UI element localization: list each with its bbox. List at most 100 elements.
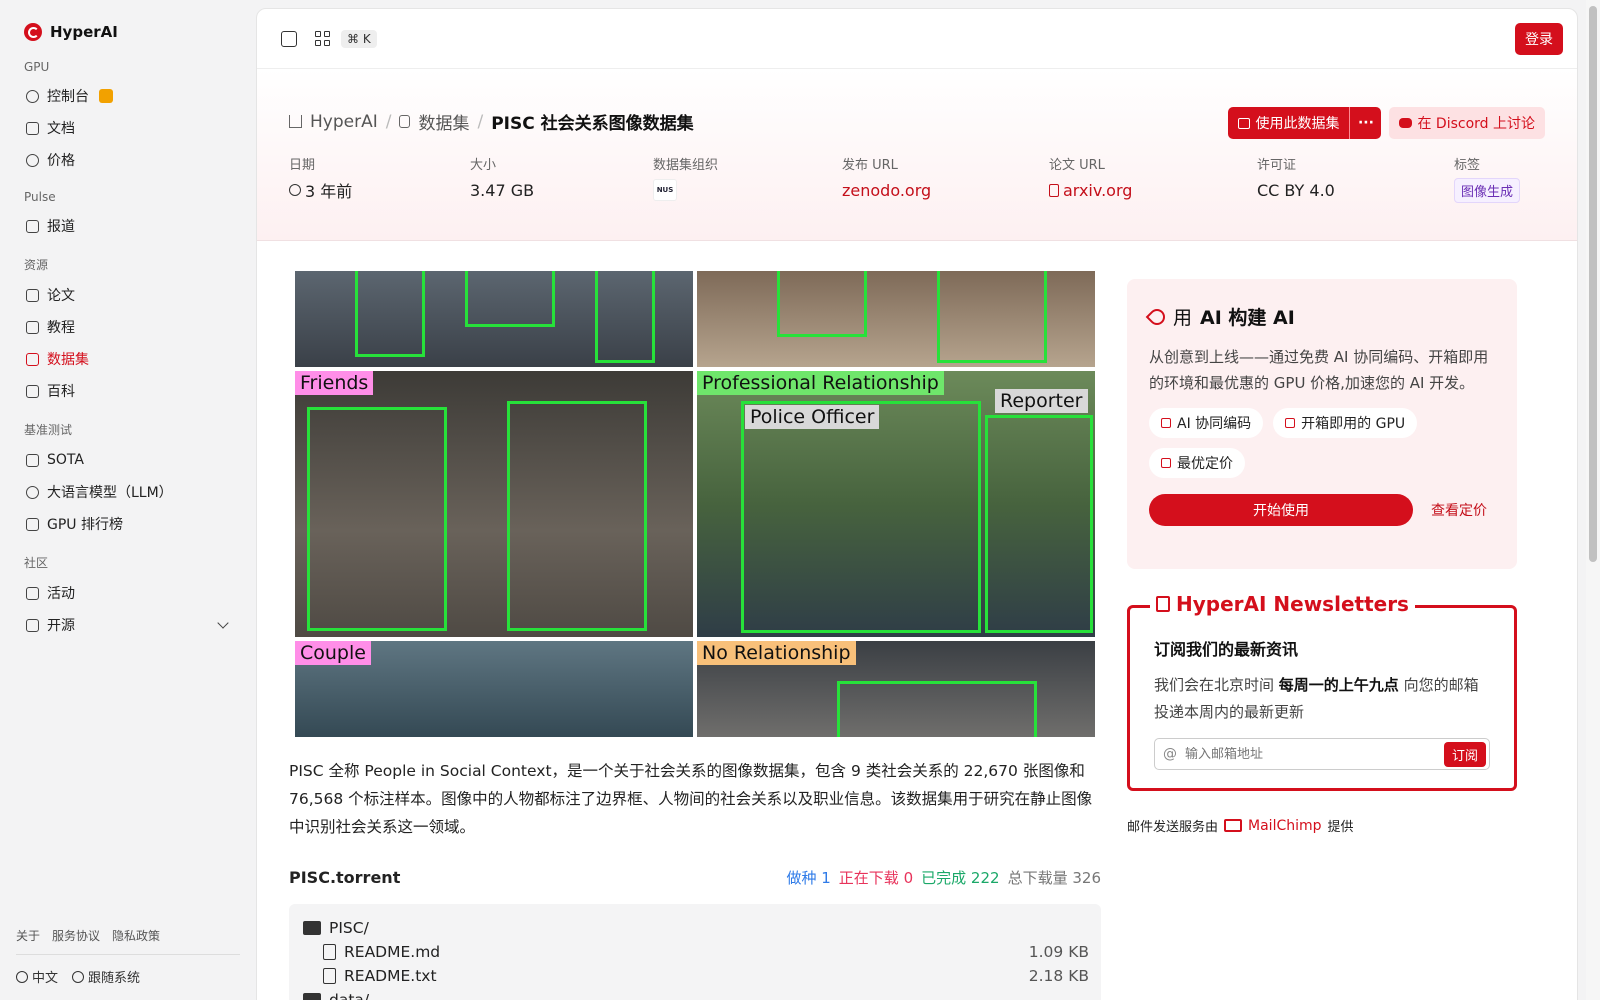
newsletter-form: @ 订阅 [1154, 738, 1490, 770]
language-switch[interactable]: 中文 [16, 967, 58, 986]
more-options-button[interactable]: ··· [1349, 107, 1382, 139]
sidebar-item-wiki[interactable]: 百科 [16, 375, 239, 407]
downloading-value: 0 [903, 869, 914, 887]
sidebar-item-papers[interactable]: 论文 [16, 279, 239, 311]
bbox [465, 271, 555, 327]
breadcrumb-home[interactable]: HyperAI [310, 112, 378, 132]
file-row[interactable]: README.txt 2.18 KB [303, 964, 1089, 988]
file-name: README.md [344, 943, 441, 961]
login-button[interactable]: 登录 [1515, 23, 1563, 55]
promo-card: 用 AI 构建 AI 从创意到上线——通过免费 AI 协同编码、开箱即用的环境和… [1127, 279, 1517, 569]
sidebar-item-label: 价格 [47, 153, 75, 169]
label-professional: Professional Relationship [697, 371, 944, 395]
date-text: 3 年前 [305, 182, 353, 201]
view-pricing-link[interactable]: 查看定价 [1431, 500, 1487, 520]
book-icon [26, 320, 39, 334]
mail-icon [1224, 819, 1243, 832]
done-label: 已完成 [921, 869, 967, 887]
server-icon [1285, 418, 1296, 428]
image-cell-professional: Professional Relationship Police Officer… [697, 371, 1095, 637]
page-title: PISC 社会关系图像数据集 [491, 114, 694, 134]
gift-icon [99, 89, 113, 103]
sidebar-item-label: 教程 [47, 320, 75, 336]
file-icon [323, 944, 336, 960]
torrent-name[interactable]: PISC.torrent [289, 868, 400, 887]
hyperai-logo-icon [24, 23, 42, 41]
file-row[interactable]: data/ [303, 988, 1089, 1000]
file-icon [323, 968, 336, 984]
sidebar-item-sota[interactable]: SOTA [16, 444, 239, 476]
label-no-relationship: No Relationship [697, 641, 856, 665]
sidebar-toggle-icon[interactable] [281, 30, 297, 47]
dataset-meta: 日期 3 年前 大小 3.47 GB 数据集组织 NUS 发布 URL zeno… [289, 154, 1545, 203]
sidebar-item-label: SOTA [47, 452, 84, 468]
sidebar-item-label: 开源 [47, 618, 75, 634]
theme-switch[interactable]: 跟随系统 [72, 967, 140, 986]
org-logo[interactable]: NUS [653, 179, 677, 201]
discord-button[interactable]: 在 Discord 上讨论 [1389, 107, 1545, 139]
main-panel: ⌘ K 登录 HyperAI / 数据集 / PISC 社会关系图像数据集 使用… [256, 8, 1578, 1000]
subscribe-button[interactable]: 订阅 [1443, 741, 1486, 767]
release-url-link[interactable]: zenodo.org [842, 179, 1049, 201]
file-size: 1.09 KB [1028, 943, 1089, 961]
newspaper-icon [1156, 596, 1170, 612]
sidebar-item-llm[interactable]: 大语言模型（LLM） [16, 476, 239, 508]
dataset-header: HyperAI / 数据集 / PISC 社会关系图像数据集 使用此数据集 ··… [257, 69, 1577, 241]
breadcrumb-datasets[interactable]: 数据集 [418, 109, 469, 134]
email-input[interactable] [1177, 746, 1444, 762]
sidebar-item-tutorials[interactable]: 教程 [16, 311, 239, 343]
scrollbar-thumb[interactable] [1589, 6, 1597, 562]
sidebar-item-docs[interactable]: 文档 [16, 112, 239, 144]
clock-icon [289, 184, 301, 196]
footer-link-terms[interactable]: 服务协议 [52, 927, 100, 944]
image-cell-couple: Couple [295, 641, 693, 737]
meta-release-label: 发布 URL [842, 158, 898, 173]
mailchimp-link[interactable]: MailChimp [1224, 818, 1322, 834]
sidebar-item-datasets[interactable]: 数据集 [16, 343, 239, 375]
sidebar-footer: 关于 服务协议 隐私政策 中文 跟随系统 [16, 927, 240, 986]
promo-features: AI 协同编码 开箱即用的 GPU 最优定价 [1149, 408, 1495, 478]
sidebar-item-pricing[interactable]: 价格 [16, 144, 239, 176]
image-cell-no-relationship: No Relationship [697, 641, 1095, 737]
sidebar-item-console[interactable]: 控制台 [16, 80, 239, 112]
sidebar-item-gpu-leaderboard[interactable]: GPU 排行榜 [16, 508, 239, 540]
use-dataset-button[interactable]: 使用此数据集 [1228, 107, 1350, 139]
feature-chip-pricing: 最优定价 [1149, 448, 1245, 478]
footer-link-about[interactable]: 关于 [16, 927, 40, 944]
brand[interactable]: HyperAI [16, 18, 239, 46]
downloading-stat: 正在下载 0 [839, 867, 913, 888]
label-friends: Friends [295, 371, 374, 395]
promo-title: 用 AI 构建 AI [1145, 303, 1495, 330]
footer-link-privacy[interactable]: 隐私政策 [112, 927, 160, 944]
meta-size-value: 3.47 GB [470, 180, 535, 200]
file-row[interactable]: README.md 1.09 KB [303, 940, 1089, 964]
section-label-community: 社区 [24, 556, 49, 570]
meta-date-label: 日期 [289, 158, 316, 173]
apps-grid-icon[interactable] [315, 30, 331, 47]
image-cell-top-left [295, 271, 693, 367]
tag-image-generation[interactable]: 图像生成 [1454, 177, 1521, 203]
file-name-group: README.txt [303, 967, 437, 985]
chevron-down-icon [217, 617, 229, 629]
provider-prefix: 邮件发送服务由 [1127, 820, 1219, 835]
file-name-group: data/ [303, 991, 369, 1000]
file-row[interactable]: PISC/ [303, 916, 1089, 940]
newsletter-card: HyperAI Newsletters 订阅我们的最新资讯 我们会在北京时间 每… [1127, 592, 1517, 791]
sidebar-item-events[interactable]: 活动 [16, 577, 239, 609]
search-shortcut[interactable]: ⌘ K [341, 29, 377, 48]
scrollbar[interactable] [1586, 0, 1600, 1000]
paper-url-link[interactable]: arxiv.org [1049, 179, 1257, 201]
sidebar-item-news[interactable]: 报道 [16, 210, 239, 242]
bar-chart-icon [26, 453, 39, 467]
promo-description: 从创意到上线——通过免费 AI 协同编码、开箱即用的环境和最优惠的 GPU 价格… [1149, 348, 1489, 392]
meta-tags: 标签 图像生成 [1454, 154, 1521, 203]
start-button[interactable]: 开始使用 [1149, 494, 1413, 526]
chip-label: 最优定价 [1177, 456, 1233, 472]
sidebar-item-open-source[interactable]: 开源 [16, 609, 239, 641]
bbox [507, 401, 647, 631]
meta-license-value: CC BY 4.0 [1257, 180, 1335, 200]
use-dataset-label: 使用此数据集 [1255, 116, 1340, 132]
breadcrumb-separator: / [477, 111, 484, 132]
at-icon: @ [1163, 746, 1177, 762]
newsletter-desc-prefix: 我们会在北京时间 [1154, 676, 1275, 694]
